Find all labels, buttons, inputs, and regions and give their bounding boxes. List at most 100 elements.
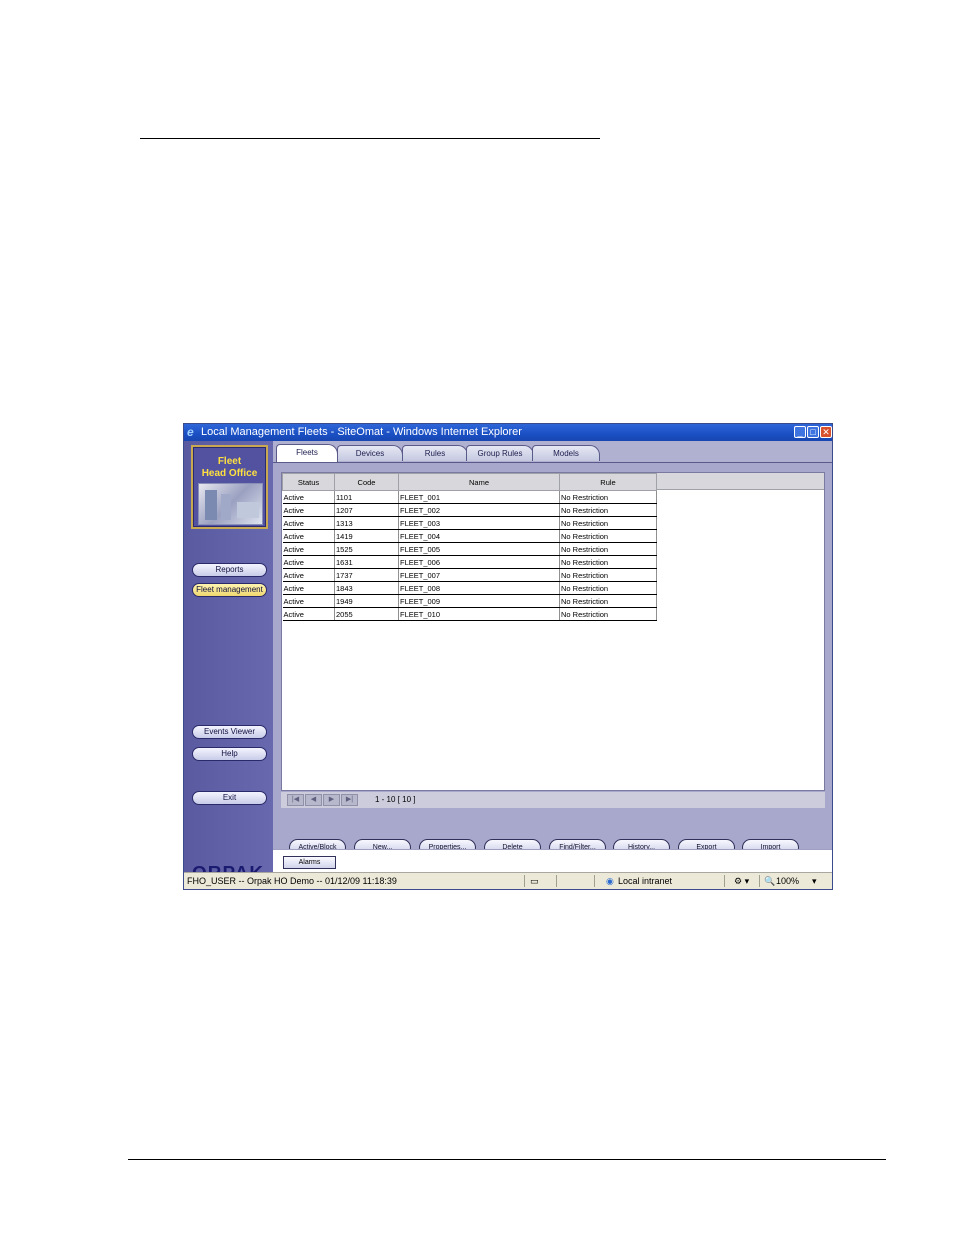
table-row[interactable]: Active 1207 FLEET_002 No Restriction <box>282 503 657 517</box>
table-row[interactable]: Active 1631 FLEET_006 No Restriction <box>282 555 657 569</box>
cell-name: FLEET_006 <box>398 555 560 569</box>
fleet-management-button[interactable]: Fleet management <box>192 583 267 597</box>
table-row[interactable]: Active 1419 FLEET_004 No Restriction <box>282 529 657 543</box>
zoom-level-text[interactable]: 100% <box>776 873 799 889</box>
fleets-table: Status Code Name Rule Active 1101 FLEET_00… <box>282 473 657 621</box>
zoom-icon[interactable]: 🔍 <box>764 873 775 889</box>
table-row[interactable]: Active 1843 FLEET_008 No Restriction <box>282 581 657 595</box>
reports-button[interactable]: Reports <box>192 563 267 577</box>
next-page-icon[interactable]: ▶ <box>323 794 340 806</box>
cell-name: FLEET_008 <box>398 581 560 595</box>
page-status-icon: ▭ <box>530 876 539 886</box>
office-illustration-icon <box>198 483 263 525</box>
table-row[interactable]: Active 1101 FLEET_001 No Restriction <box>282 490 657 504</box>
column-header-status[interactable]: Status <box>282 473 335 491</box>
column-header-name[interactable]: Name <box>398 473 560 491</box>
cell-rule: No Restriction <box>559 490 657 504</box>
session-status-text: FHO_USER -- Orpak HO Demo -- 01/12/09 11… <box>187 876 397 886</box>
cell-name: FLEET_002 <box>398 503 560 517</box>
cell-code: 1525 <box>334 542 399 556</box>
pager-bar: |◀ ◀ ▶ ▶| 1 - 10 [ 10 ] <box>281 792 825 808</box>
cell-rule: No Restriction <box>559 503 657 517</box>
cell-rule: No Restriction <box>559 542 657 556</box>
table-header-row: Status Code Name Rule <box>282 473 657 491</box>
globe-icon: ◉ <box>606 876 614 886</box>
protected-mode-icon[interactable]: ⚙ ▾ <box>734 873 749 889</box>
window-title: Local Management Fleets - SiteOmat - Win… <box>201 426 522 438</box>
tab-models[interactable]: Models <box>532 445 600 461</box>
cell-status: Active <box>282 490 335 504</box>
table-row[interactable]: Active 1949 FLEET_009 No Restriction <box>282 594 657 608</box>
cell-name: FLEET_009 <box>398 594 560 608</box>
cell-name: FLEET_005 <box>398 542 560 556</box>
cell-name: FLEET_010 <box>398 607 560 621</box>
help-button[interactable]: Help <box>192 747 267 761</box>
cell-status: Active <box>282 607 335 621</box>
table-row[interactable]: Active 1525 FLEET_005 No Restriction <box>282 542 657 556</box>
cell-status: Active <box>282 542 335 556</box>
first-page-icon[interactable]: |◀ <box>287 794 304 806</box>
tab-bar: Fleets Devices Rules Group Rules Models <box>273 441 832 463</box>
cell-code: 1207 <box>334 503 399 517</box>
cell-code: 2055 <box>334 607 399 621</box>
maximize-button[interactable]: □ <box>807 426 819 438</box>
cell-status: Active <box>282 581 335 595</box>
title-bar: e Local Management Fleets - SiteOmat - W… <box>184 424 832 441</box>
document-rule-bottom <box>128 1159 886 1160</box>
browser-status-bar: FHO_USER -- Orpak HO Demo -- 01/12/09 11… <box>184 872 832 889</box>
browser-window: e Local Management Fleets - SiteOmat - W… <box>183 423 833 890</box>
exit-button[interactable]: Exit <box>192 791 267 805</box>
table-row[interactable]: Active 1737 FLEET_007 No Restriction <box>282 568 657 582</box>
cell-rule: No Restriction <box>559 555 657 569</box>
cell-rule: No Restriction <box>559 568 657 582</box>
minimize-button[interactable]: _ <box>794 426 806 438</box>
cell-rule: No Restriction <box>559 594 657 608</box>
cell-code: 1737 <box>334 568 399 582</box>
cell-rule: No Restriction <box>559 581 657 595</box>
security-zone-text: Local intranet <box>618 876 673 886</box>
cell-name: FLEET_007 <box>398 568 560 582</box>
cell-code: 1419 <box>334 529 399 543</box>
cell-rule: No Restriction <box>559 516 657 530</box>
fleet-head-office-logo: Fleet Head Office <box>191 445 268 529</box>
column-header-rule[interactable]: Rule <box>559 473 657 491</box>
cell-name: FLEET_004 <box>398 529 560 543</box>
internet-explorer-icon: e <box>187 425 194 439</box>
zoom-dropdown-icon[interactable]: ▾ <box>812 873 817 889</box>
events-viewer-button[interactable]: Events Viewer <box>192 725 267 739</box>
cell-status: Active <box>282 503 335 517</box>
last-page-icon[interactable]: ▶| <box>341 794 358 806</box>
cell-code: 1949 <box>334 594 399 608</box>
logo-line-2: Head Office <box>201 468 258 479</box>
logo-line-1: Fleet <box>217 456 242 467</box>
fleets-table-panel: Status Code Name Rule Active 1101 FLEET_00… <box>281 472 825 791</box>
table-row[interactable]: Active 1313 FLEET_003 No Restriction <box>282 516 657 530</box>
document-rule-top <box>140 138 600 139</box>
cell-status: Active <box>282 529 335 543</box>
cell-status: Active <box>282 555 335 569</box>
cell-name: FLEET_001 <box>398 490 560 504</box>
cell-rule: No Restriction <box>559 607 657 621</box>
cell-code: 1631 <box>334 555 399 569</box>
table-row[interactable]: Active 2055 FLEET_010 No Restriction <box>282 607 657 621</box>
sidebar: Fleet Head Office Reports Fleet manageme… <box>184 441 273 883</box>
tab-devices[interactable]: Devices <box>337 445 403 461</box>
cell-name: FLEET_003 <box>398 516 560 530</box>
page-range-text: 1 - 10 [ 10 ] <box>375 795 416 804</box>
cell-code: 1843 <box>334 581 399 595</box>
cell-code: 1313 <box>334 516 399 530</box>
cell-status: Active <box>282 594 335 608</box>
cell-rule: No Restriction <box>559 529 657 543</box>
cell-status: Active <box>282 568 335 582</box>
cell-code: 1101 <box>334 490 399 504</box>
column-header-code[interactable]: Code <box>334 473 399 491</box>
alarm-bar: Alarms <box>273 849 832 872</box>
tab-group-rules[interactable]: Group Rules <box>466 445 534 461</box>
tab-fleets[interactable]: Fleets <box>276 444 338 462</box>
main-panel: Fleets Devices Rules Group Rules Models … <box>273 441 832 856</box>
previous-page-icon[interactable]: ◀ <box>305 794 322 806</box>
alarms-button[interactable]: Alarms <box>283 856 336 869</box>
cell-status: Active <box>282 516 335 530</box>
tab-rules[interactable]: Rules <box>402 445 468 461</box>
close-button[interactable]: ✕ <box>820 426 832 438</box>
